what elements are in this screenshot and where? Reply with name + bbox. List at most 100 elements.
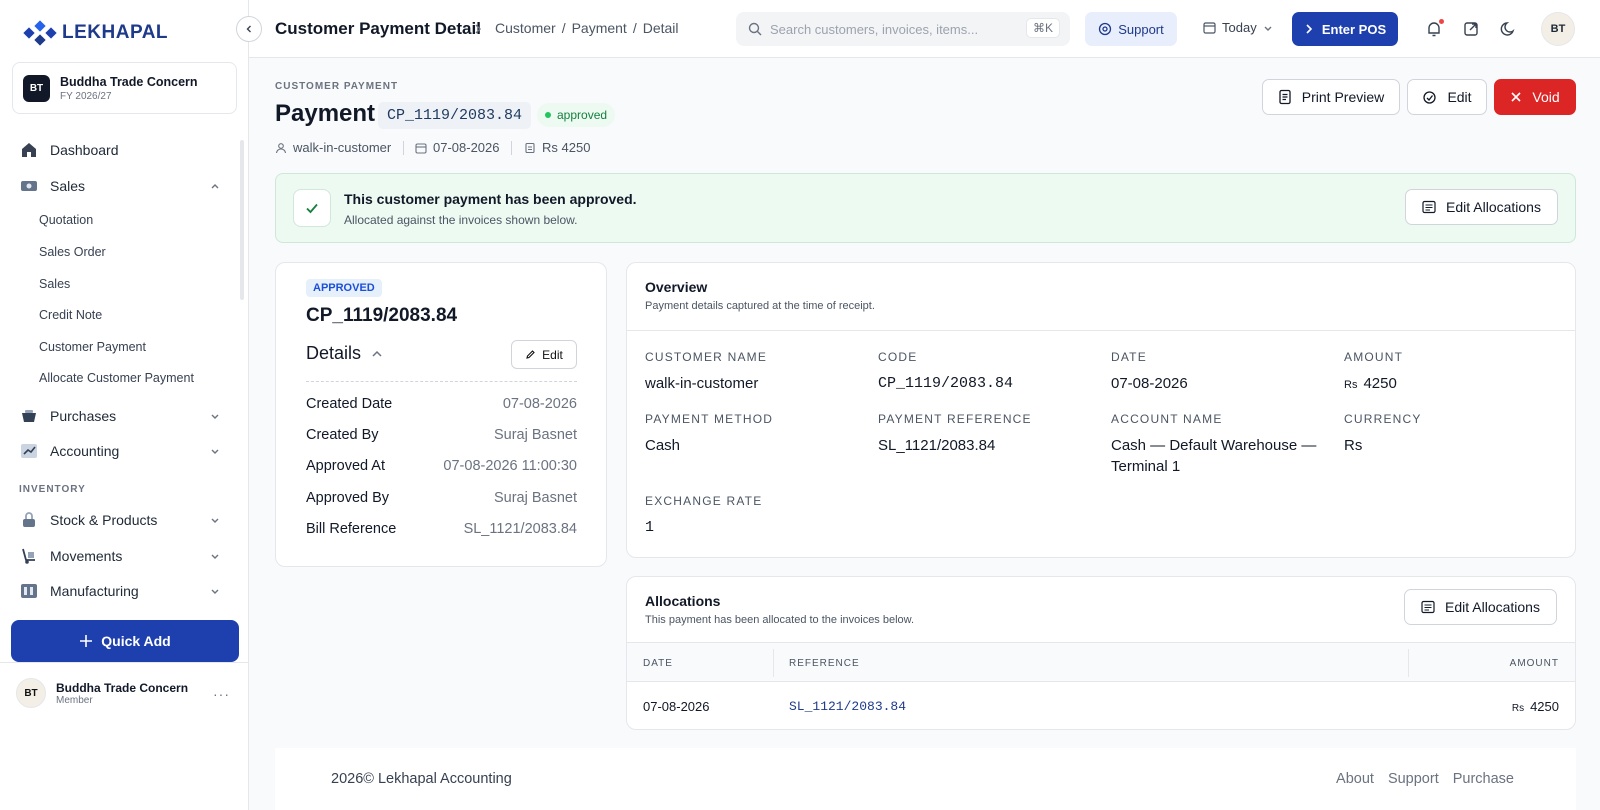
sidebar-subitem-quotation[interactable]: Quotation [39,213,93,227]
quick-add-button[interactable]: Quick Add [11,620,239,662]
field-value-account-name-line2: Terminal 1 [1111,458,1181,475]
breadcrumb: Customer / Payment / Detail [495,20,679,36]
details-toggle[interactable]: Details [306,343,383,364]
page-eyebrow: CUSTOMER PAYMENT [275,81,399,92]
column-header-reference[interactable]: REFERENCE [789,658,860,669]
user-role: Member [56,694,93,706]
sidebar-item-accounting[interactable]: Accounting [20,442,220,460]
print-preview-label: Print Preview [1301,89,1385,105]
footer-link-about[interactable]: About [1336,771,1374,787]
chevron-left-icon [246,25,251,33]
print-preview-button[interactable]: Print Preview [1262,79,1400,115]
status-badge: approved [537,103,616,127]
sidebar-subitem-sales-order[interactable]: Sales Order [39,245,106,259]
support-button[interactable]: Support [1085,12,1177,46]
void-button[interactable]: Void [1494,79,1576,115]
external-link-icon[interactable] [1462,20,1480,38]
user-menu[interactable]: BT Buddha Trade Concern Member ··· [16,678,236,708]
home-icon [22,143,36,157]
field-label-date: DATE [1111,350,1147,364]
avatar: BT [16,678,46,708]
sidebar-item-manufacturing[interactable]: Manufacturing [20,582,220,600]
field-label-code: CODE [878,350,918,364]
banner-subtitle: Allocated against the invoices shown bel… [344,213,578,227]
sidebar-item-label: Dashboard [50,142,119,158]
search-input[interactable] [770,21,1020,37]
currency-symbol: Rs [1511,703,1525,714]
footer-link-support[interactable]: Support [1388,771,1439,787]
check-icon [306,203,318,214]
stamp-icon [1423,90,1437,104]
field-value-exchange-rate: 1 [645,519,655,536]
date-filter-dropdown[interactable]: Today [1203,20,1273,35]
allocation-date: 07-08-2026 [643,699,710,714]
chevron-down-icon [211,414,219,419]
field-value-customer-name: walk-in-customer [645,375,759,392]
more-options-icon[interactable]: ··· [213,686,230,702]
breadcrumb-detail: Detail [642,20,679,36]
user-icon [275,142,287,153]
sidebar-subitem-credit-note[interactable]: Credit Note [39,308,102,322]
org-switcher[interactable]: BT Buddha Trade Concern FY 2026/27 [12,62,237,114]
allocation-reference-link[interactable]: SL_1121/2083.84 [789,699,906,714]
lock-box-icon [23,512,35,527]
sidebar-subitem-allocate-customer-payment[interactable]: Allocate Customer Payment [39,371,194,385]
breadcrumb-customer[interactable]: Customer [495,20,556,36]
field-label-payment-method: PAYMENT METHOD [645,412,774,426]
moon-icon[interactable] [1500,20,1518,38]
avatar[interactable]: BT [1541,12,1575,46]
details-edit-label: Edit [542,347,563,362]
field-value-account-name: Cash — Default Warehouse — [1111,437,1317,454]
notification-dot [1439,19,1444,24]
brand-logo[interactable]: LEKHAPAL [22,20,168,46]
details-card: APPROVED CP_1119/2083.84 Details Edit Cr… [275,262,607,567]
brand-name: LEKHAPAL [62,22,169,43]
sidebar-item-dashboard[interactable]: Dashboard [20,141,220,159]
allocation-amount: Rs 4250 [1512,699,1559,714]
search-shortcut: ⌘K [1025,18,1060,38]
field-label-currency: CURRENCY [1344,412,1422,426]
edit-allocations-button[interactable]: Edit Allocations [1405,189,1558,225]
amount-number: 4250 [1363,375,1397,392]
search-icon [748,22,762,36]
org-name: Buddha Trade Concern [60,74,198,89]
chart-icon [21,444,37,458]
sidebar-scrollbar[interactable] [240,140,244,300]
sidebar-item-label: Sales [50,178,86,194]
sidebar-item-stock-products[interactable]: Stock & Products [20,511,220,529]
chevron-down-icon [211,554,219,559]
detail-row: Created By Suraj Basnet [306,427,577,443]
edit-allocations-button[interactable]: Edit Allocations [1404,589,1557,625]
meta-date-text: 07-08-2026 [433,140,500,155]
meta-separator [511,141,512,155]
sidebar-item-movements[interactable]: Movements [20,547,220,565]
sidebar-item-sales[interactable]: Sales [20,177,220,195]
banner-title: This customer payment has been approved. [344,191,637,207]
plus-icon [80,635,93,647]
enter-pos-button[interactable]: Enter POS [1292,12,1398,46]
meta-amount: Rs 4250 [524,140,590,155]
column-header-date[interactable]: DATE [643,658,673,669]
pencil-icon [526,350,535,359]
field-value-date: 07-08-2026 [1111,375,1188,392]
column-header-amount[interactable]: AMOUNT [1510,658,1559,669]
details-edit-button[interactable]: Edit [511,340,577,369]
detail-row: Created Date 07-08-2026 [306,396,577,412]
edit-button[interactable]: Edit [1407,79,1487,115]
footer-link-purchase[interactable]: Purchase [1453,771,1514,787]
search-box[interactable]: ⌘K [736,12,1070,46]
meta-separator [403,141,404,155]
page-title: Customer Payment Detail [275,19,481,38]
breadcrumb-payment[interactable]: Payment [572,20,627,36]
chevron-up-icon [372,350,382,357]
sidebar-collapse-button[interactable] [236,16,262,42]
help-circle-icon [1099,22,1112,36]
sidebar-subitem-sales[interactable]: Sales [39,277,70,291]
field-value-amount: Rs 4250 [1344,375,1397,392]
sidebar-subitem-customer-payment[interactable]: Customer Payment [39,340,146,354]
sidebar-item-purchases[interactable]: Purchases [20,407,220,425]
chevron-down-icon [211,449,219,454]
status-dot [545,112,551,118]
column-separator [773,649,774,677]
edit-label: Edit [1447,89,1472,105]
